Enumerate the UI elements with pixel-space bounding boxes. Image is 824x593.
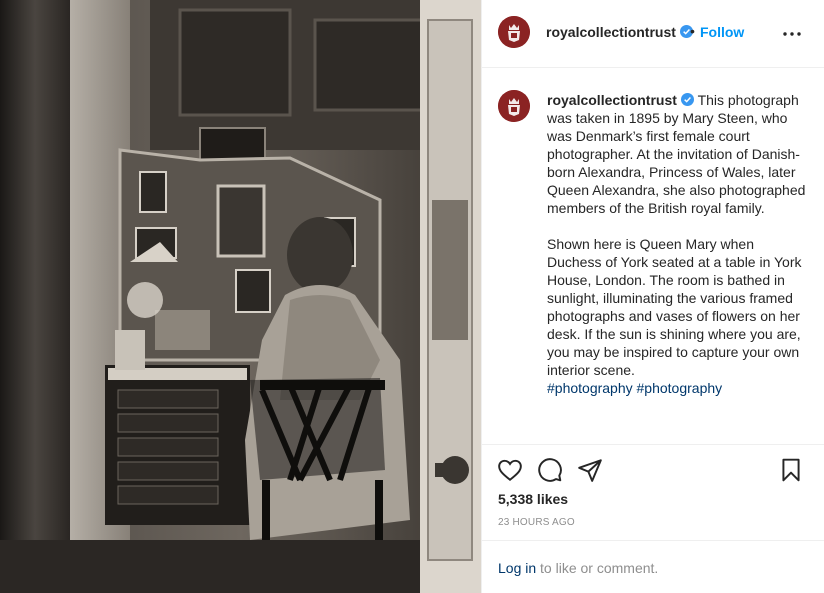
comment-icon[interactable] bbox=[537, 457, 563, 483]
caption-area: royalcollectiontrust This photograph was… bbox=[482, 69, 824, 444]
caption-avatar[interactable] bbox=[498, 90, 530, 122]
post-actions: 5,338 likes 23 HOURS AGO bbox=[482, 444, 824, 540]
post-timestamp[interactable]: 23 HOURS AGO bbox=[498, 517, 575, 528]
account-name[interactable]: royalcollectiontrust bbox=[546, 24, 693, 40]
royal-crest-icon bbox=[498, 16, 530, 48]
caption-hashtags[interactable]: #photography #photography bbox=[547, 379, 809, 397]
share-icon[interactable] bbox=[577, 457, 603, 483]
post-header: royalcollectiontrust • Follow bbox=[482, 0, 824, 68]
royal-crest-icon bbox=[498, 90, 530, 122]
more-options-icon[interactable] bbox=[780, 22, 804, 46]
caption-body-1: This photograph was taken in 1895 by Mar… bbox=[547, 92, 806, 216]
account-avatar[interactable] bbox=[498, 16, 530, 48]
post-sidebar: royalcollectiontrust • Follow royalcolle… bbox=[481, 0, 824, 593]
login-prompt: Log in to like or comment. bbox=[482, 540, 824, 593]
likes-count[interactable]: 5,338 likes bbox=[498, 491, 568, 507]
caption-text: royalcollectiontrust This photograph was… bbox=[547, 91, 809, 397]
caption-body-2: Shown here is Queen Mary when Duchess of… bbox=[547, 236, 802, 378]
header-separator: • bbox=[690, 23, 695, 39]
caption-account-name[interactable]: royalcollectiontrust bbox=[547, 92, 677, 108]
follow-button[interactable]: Follow bbox=[700, 24, 744, 40]
caption-paragraph-1: royalcollectiontrust This photograph was… bbox=[547, 91, 809, 217]
login-link[interactable]: Log in bbox=[498, 560, 536, 576]
login-prompt-text: Log in to like or comment. bbox=[498, 560, 658, 576]
post-photo-illustration bbox=[0, 0, 481, 593]
verified-badge-icon bbox=[680, 93, 694, 106]
post-image[interactable] bbox=[0, 0, 481, 593]
account-name-text[interactable]: royalcollectiontrust bbox=[546, 24, 676, 40]
login-suffix: to like or comment. bbox=[536, 560, 659, 576]
heart-icon[interactable] bbox=[497, 457, 523, 483]
bookmark-icon[interactable] bbox=[778, 457, 804, 483]
